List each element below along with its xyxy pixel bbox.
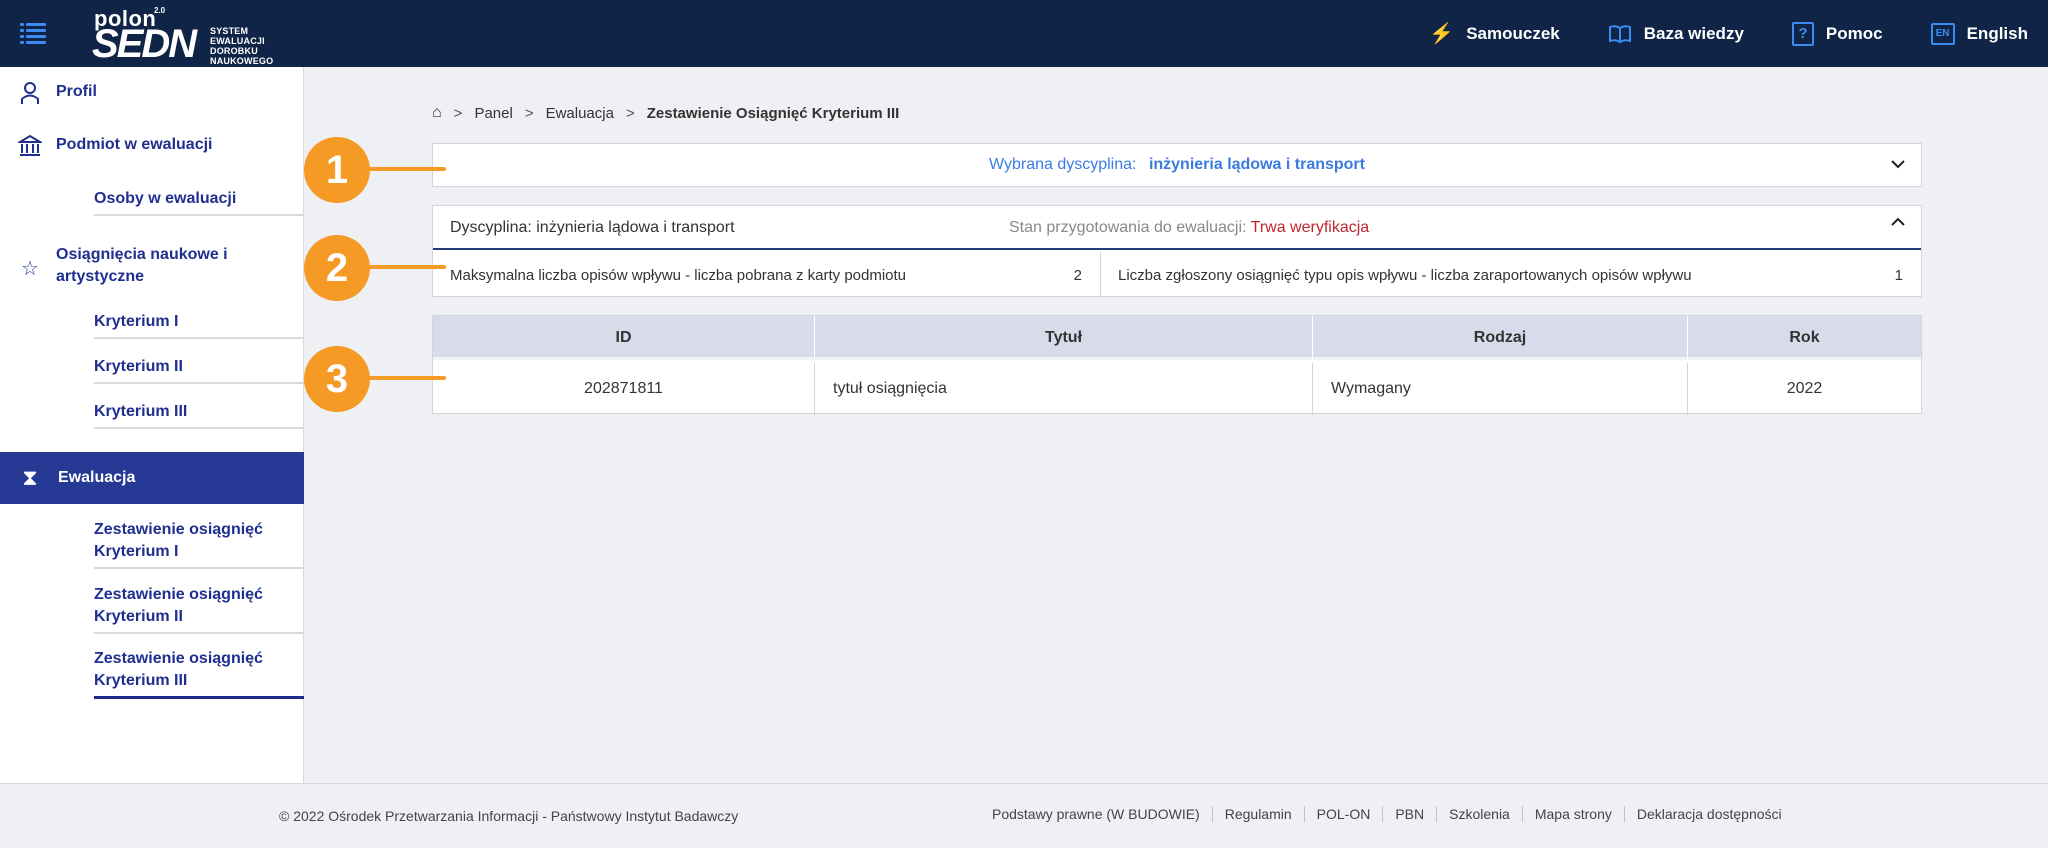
breadcrumb: ⌂ > Panel > Ewaluacja > Zestawienie Osią… [432,104,900,122]
sidebar-item-profil[interactable]: Profil [18,81,97,105]
copyright-text: © 2022 Ośrodek Przetwarzania Informacji … [279,808,739,824]
sidebar-item-kryterium-3[interactable]: Kryterium III [94,401,304,429]
discipline-info-header[interactable]: Dyscyplina: inżynieria lądowa i transpor… [433,206,1921,250]
discipline-select[interactable]: Wybrana dyscyplina: inżynieria lądowa i … [432,143,1922,187]
cell-id: 202871811 [433,363,815,415]
callout-3-line [368,376,446,380]
achievements-table: ID Tytuł Rodzaj Rok 202871811 tytuł osią… [432,315,1922,415]
column-header-rodzaj[interactable]: Rodzaj [1313,316,1688,360]
footer-link-pbn[interactable]: PBN [1382,806,1436,822]
hamburger-menu-icon[interactable] [20,22,46,44]
sidebar-item-kryterium-2[interactable]: Kryterium II [94,356,304,384]
footer-link-regulamin[interactable]: Regulamin [1211,806,1304,822]
sidebar-item-zestawienie-1[interactable]: Zestawienie osiągnięć Kryterium I [94,519,304,569]
callout-2: 2 [304,235,370,301]
callout-1: 1 [304,137,370,203]
sidebar-item-osoby[interactable]: Osoby w ewaluacji [94,188,304,216]
chevron-down-icon[interactable] [1891,156,1905,174]
sidebar-item-osiagniecia[interactable]: ☆ Osiągnięcia naukowe i artystyczne [18,244,228,288]
top-bar: polon 2.0 SEDN SYSTEM EWALUACJI DOROBKU … [0,0,2048,67]
sidebar-item-ewaluacja[interactable]: ⧗ Ewaluacja [0,452,304,504]
help-icon: ? [1791,21,1814,46]
institution-icon [18,134,42,158]
pomoc-link[interactable]: ? Pomoc [1791,21,1883,46]
sidebar-item-zestawienie-2[interactable]: Zestawienie osiągnięć Kryterium II [94,584,304,634]
chevron-up-icon[interactable] [1891,214,1905,232]
cell-rok: 2022 [1786,380,1823,397]
reported-impact-descriptions-cell: Liczba zgłoszony osiągnięć typu opis wpł… [1118,267,1903,284]
footer-link-podstawy-prawne[interactable]: Podstawy prawne (W BUDOWIE) [992,806,1212,822]
hourglass-icon: ⧗ [22,465,38,490]
discipline-select-label: Wybrana dyscyplina: [989,156,1137,173]
callout-3: 3 [304,346,370,412]
cell-tytul: tytuł osiągnięcia [815,363,1313,415]
table-header: ID Tytuł Rodzaj Rok [433,316,1921,360]
footer: © 2022 Ośrodek Przetwarzania Informacji … [0,783,2048,848]
footer-link-pol-on[interactable]: POL-ON [1303,806,1383,822]
footer-link-deklaracja[interactable]: Deklaracja dostępności [1623,806,1794,822]
footer-links: Podstawy prawne (W BUDOWIE) Regulamin PO… [992,806,1794,822]
cell-rodzaj: Wymagany [1313,363,1688,415]
callout-2-line [368,265,446,269]
lightning-icon: ⚡ [1429,22,1455,45]
en-flag-icon: EN [1930,22,1955,45]
english-link[interactable]: EN English [1930,22,2028,45]
footer-link-mapa-strony[interactable]: Mapa strony [1521,806,1624,822]
state-value: Trwa weryfikacja [1250,219,1370,236]
person-icon [18,81,42,105]
discipline-name: Dyscyplina: inżynieria lądowa i transpor… [450,219,735,236]
breadcrumb-panel[interactable]: Panel [474,105,512,122]
discipline-info-panel: Dyscyplina: inżynieria lądowa i transpor… [432,205,1922,298]
max-impact-descriptions-cell: Maksymalna liczba opisów wpływu - liczba… [433,252,1101,298]
sidebar-item-zestawienie-3[interactable]: Zestawienie osiągnięć Kryterium III [94,648,304,699]
baza-wiedzy-link[interactable]: Baza wiedzy [1608,24,1744,44]
sidebar: Profil Podmiot w ewaluacji Osoby w ewalu… [0,67,304,783]
book-icon [1608,24,1632,44]
sidebar-item-podmiot[interactable]: Podmiot w ewaluacji [18,134,212,158]
evaluation-state: Stan przygotowania do ewaluacji: Trwa we… [1009,219,1370,236]
breadcrumb-ewaluacja[interactable]: Ewaluacja [546,105,614,122]
sidebar-item-kryterium-1[interactable]: Kryterium I [94,311,304,339]
column-header-tytul[interactable]: Tytuł [815,316,1313,360]
footer-link-szkolenia[interactable]: Szkolenia [1436,806,1522,822]
star-icon: ☆ [21,257,39,280]
polon-sedn-logo[interactable]: polon 2.0 SEDN SYSTEM EWALUACJI DOROBKU … [92,4,273,66]
home-icon[interactable]: ⌂ [432,104,442,122]
samouczek-link[interactable]: ⚡ Samouczek [1429,24,1559,44]
breadcrumb-current: Zestawienie Osiągnięć Kryterium III [646,104,900,122]
discipline-select-value: inżynieria lądowa i transport [1148,156,1365,173]
callout-1-line [368,167,446,171]
column-header-rok[interactable]: Rok [1688,316,1921,360]
column-header-id[interactable]: ID [433,316,815,360]
